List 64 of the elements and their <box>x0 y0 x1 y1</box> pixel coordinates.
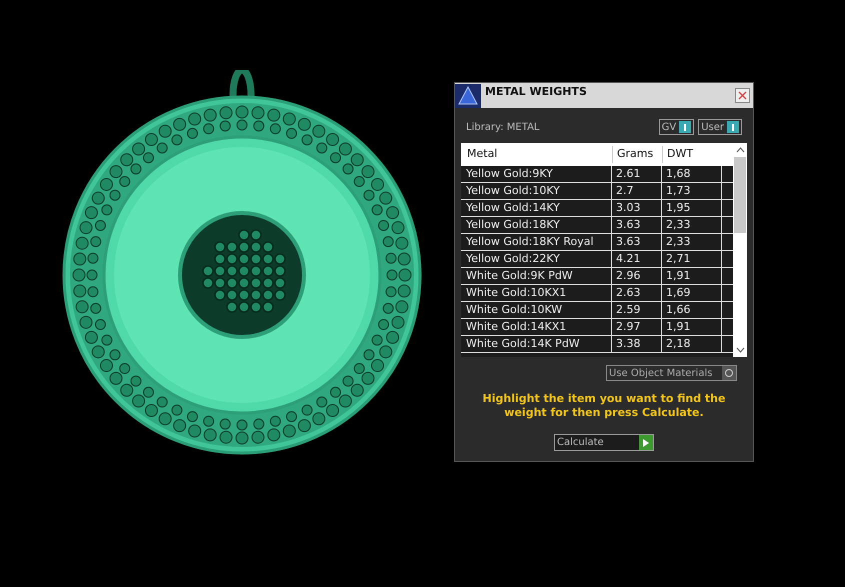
table-row[interactable]: White Gold:10KX1 2.63 1,69 <box>461 285 733 302</box>
scroll-down-icon <box>736 347 744 353</box>
library-label: Library: METAL <box>466 120 540 134</box>
table-cell: 1,91 <box>662 268 722 284</box>
table-cell: 2.59 <box>612 302 662 318</box>
table-cell: White Gold:10KX1 <box>461 284 612 302</box>
table-row[interactable]: White Gold:9K PdW 2.96 1,91 <box>461 268 733 285</box>
toggle-knob-icon <box>727 121 739 133</box>
toggle-knob-icon <box>679 121 692 133</box>
table-cell: 1,69 <box>662 284 722 302</box>
table-cell: 1,73 <box>662 182 722 200</box>
close-icon <box>738 91 747 100</box>
table-cell: 2,33 <box>662 216 722 234</box>
scroll-up-icon <box>736 147 744 153</box>
table-row[interactable]: Yellow Gold:14KY 3.03 1,95 <box>461 200 733 217</box>
table-row[interactable]: Yellow Gold:18KY Royal 3.63 2,33 <box>461 234 733 251</box>
calculate-button[interactable]: Calculate <box>554 434 654 451</box>
table-cell: 4.21 <box>612 250 662 268</box>
instruction-text: Highlight the item you want to find the weight for then press Calculate. <box>482 392 726 420</box>
table-cell: Yellow Gold:10KY <box>461 182 612 200</box>
scrollbar[interactable] <box>733 143 747 357</box>
table-cell: White Gold:9K PdW <box>461 268 612 284</box>
table-row[interactable]: Yellow Gold:10KY 2.7 1,73 <box>461 183 733 200</box>
table-cell: Yellow Gold:18KY Royal <box>461 234 612 250</box>
table-cell: 2,71 <box>662 250 722 268</box>
table-row[interactable]: Yellow Gold:9KY 2.61 1,68 <box>461 166 733 183</box>
table-cell: Yellow Gold:22KY <box>461 250 612 268</box>
table-cell: 1,91 <box>662 318 722 336</box>
table-row[interactable]: White Gold:10KW 2.59 1,66 <box>461 302 733 319</box>
table-cell: 1,68 <box>662 166 722 182</box>
table-cell: 2.7 <box>612 182 662 200</box>
close-button[interactable] <box>735 88 750 103</box>
pyramid-logo-icon <box>455 84 481 108</box>
table-cell: 3.63 <box>612 216 662 234</box>
table-cell: 3.03 <box>612 200 662 216</box>
table-row[interactable]: Yellow Gold:22KY 4.21 2,71 <box>461 251 733 268</box>
use-object-materials-toggle[interactable]: Use Object Materials <box>606 365 737 381</box>
window-title: METAL WEIGHTS <box>485 84 588 100</box>
table-cell: 3.38 <box>612 336 662 352</box>
table-row[interactable]: White Gold:14KX1 2.97 1,91 <box>461 319 733 336</box>
toggle-button[interactable]: GV <box>658 119 694 135</box>
column-header[interactable]: Grams <box>612 146 662 163</box>
table-cell: White Gold:10KW <box>461 302 612 318</box>
table-row[interactable]: Yellow Gold:18KY 3.63 2,33 <box>461 217 733 234</box>
table-cell: Yellow Gold:18KY <box>461 216 612 234</box>
play-icon <box>639 435 653 450</box>
table-cell: 2.61 <box>612 166 662 182</box>
radio-icon <box>725 369 733 377</box>
toggle-button[interactable]: User <box>698 119 742 135</box>
table-cell: 2.96 <box>612 268 662 284</box>
table-cell: 2.63 <box>612 284 662 302</box>
table-cell: White Gold:14K PdW <box>461 336 612 352</box>
column-header[interactable]: Metal <box>461 146 612 163</box>
column-header[interactable]: DWT <box>662 146 722 163</box>
table-cell: 1,95 <box>662 200 722 216</box>
table-cell: Yellow Gold:9KY <box>461 166 612 182</box>
table-cell: 2,33 <box>662 234 722 250</box>
table-row[interactable]: White Gold:14K PdW 3.38 2,18 <box>461 336 733 353</box>
table-cell: Yellow Gold:14KY <box>461 200 612 216</box>
table-cell: 1,66 <box>662 302 722 318</box>
table-cell: 2.97 <box>612 318 662 336</box>
table-cell: White Gold:14KX1 <box>461 318 612 336</box>
table-cell: 2,18 <box>662 336 722 352</box>
table-cell: 3.63 <box>612 234 662 250</box>
